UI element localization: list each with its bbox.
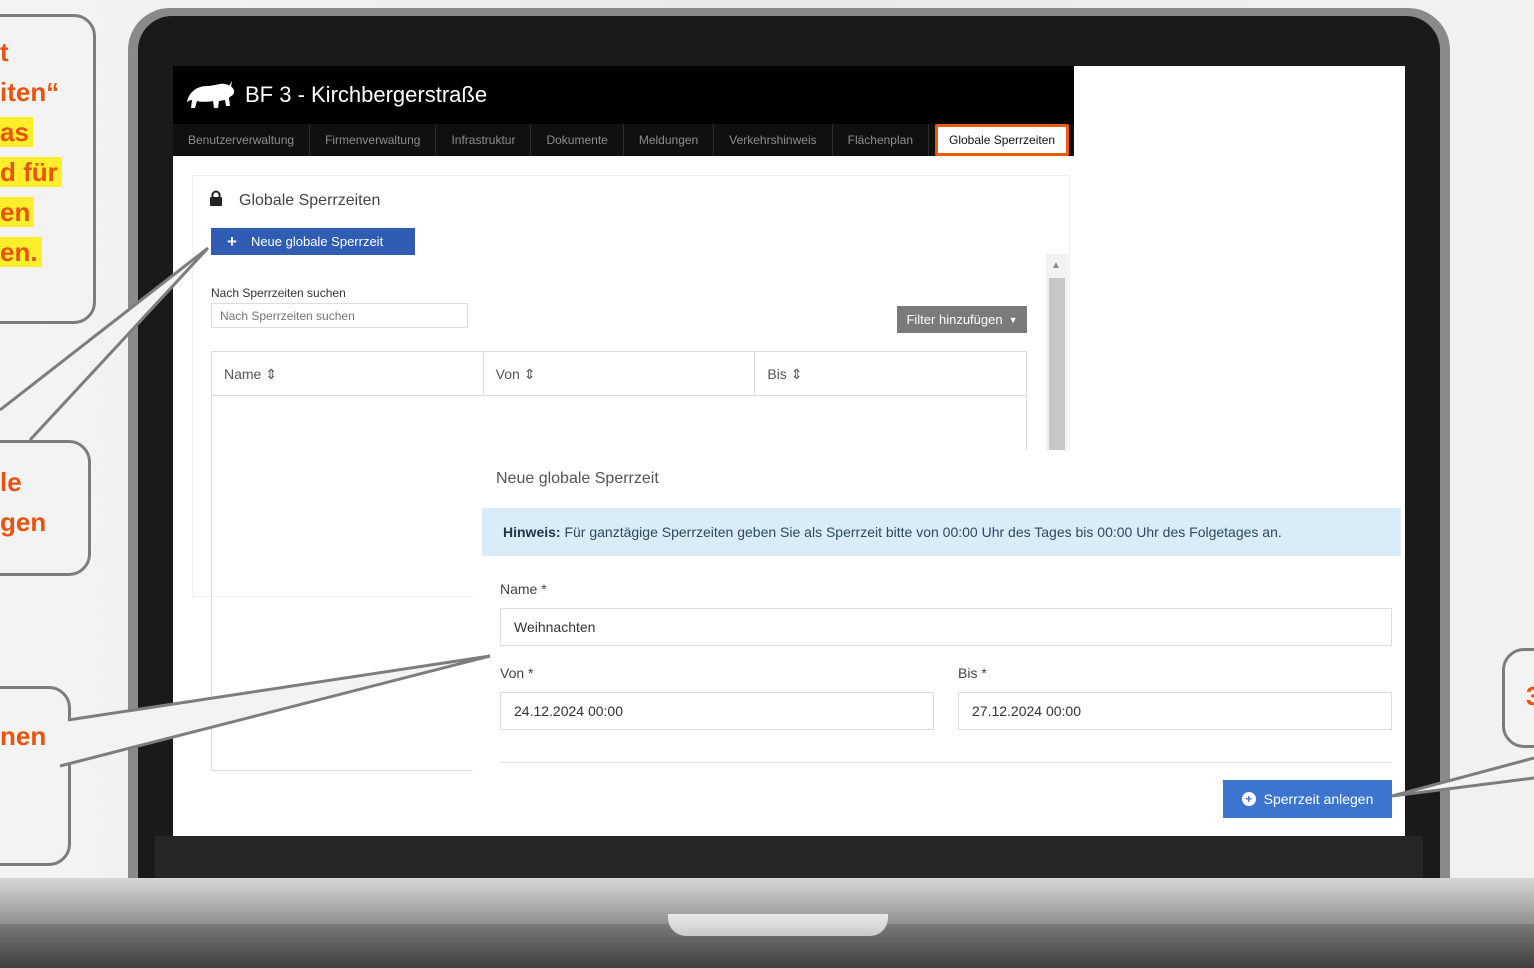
new-global-sperrzeit-button[interactable]: + Neue globale Sperrzeit bbox=[211, 228, 415, 255]
name-field[interactable]: Weihnachten bbox=[500, 608, 1392, 646]
tab-globale-sperrzeiten[interactable]: Globale Sperrzeiten bbox=[935, 124, 1070, 156]
hint-banner: Hinweis: Für ganztägige Sperrzeiten gebe… bbox=[482, 508, 1401, 556]
plus-icon: + bbox=[227, 231, 237, 251]
laptop-chin bbox=[155, 836, 1423, 880]
callout-1-line: as bbox=[0, 117, 33, 147]
callout-4-text: 3 bbox=[1526, 676, 1534, 716]
name-label: Name * bbox=[500, 581, 547, 597]
app-title: BF 3 - Kirchbergerstraße bbox=[245, 82, 488, 107]
von-label: Von * bbox=[500, 665, 534, 681]
modal-divider bbox=[500, 762, 1392, 763]
tab-flaechenplan[interactable]: Flächenplan bbox=[833, 124, 929, 156]
callout-2-line: gen bbox=[0, 507, 47, 537]
laptop-notch bbox=[668, 914, 888, 936]
search-input[interactable] bbox=[211, 303, 468, 328]
tab-verkehrshinweis[interactable]: Verkehrshinweis bbox=[714, 124, 833, 156]
new-sperrzeit-modal: Neue globale Sperrzeit Hinweis: Für ganz… bbox=[473, 450, 1405, 836]
laptop-screen: BF 3 - Kirchbergerstraße Benutzerverwalt… bbox=[173, 66, 1405, 836]
tab-firmenverwaltung[interactable]: Firmenverwaltung bbox=[310, 124, 437, 156]
column-header-bis[interactable]: Bis ⇕ bbox=[755, 352, 1026, 395]
callout-1-line: t bbox=[0, 37, 9, 67]
callout-3-text: nen bbox=[0, 716, 46, 756]
scroll-up-icon[interactable]: ▲ bbox=[1051, 260, 1061, 271]
column-name-label: Name bbox=[224, 366, 262, 382]
tab-benutzerverwaltung[interactable]: Benutzerverwaltung bbox=[173, 124, 311, 156]
modal-title: Neue globale Sperrzeit bbox=[496, 470, 659, 487]
column-von-label: Von bbox=[495, 366, 520, 382]
tab-meldungen[interactable]: Meldungen bbox=[624, 124, 715, 156]
sort-icon: ⇕ bbox=[523, 366, 536, 382]
column-header-name[interactable]: Name ⇕ bbox=[212, 352, 484, 395]
callout-2-text: le gen bbox=[0, 462, 46, 542]
callout-1-text: t iten“ as d für en en. bbox=[0, 32, 63, 272]
submit-label: Sperrzeit anlegen bbox=[1263, 791, 1374, 807]
von-field[interactable]: 24.12.2024 00:00 bbox=[500, 692, 934, 730]
callout-4-line: 3 bbox=[1526, 681, 1534, 711]
column-bis-label: Bis bbox=[767, 366, 787, 382]
panel-header: Globale Sperrzeiten bbox=[209, 190, 380, 211]
caret-down-icon: ▼ bbox=[1008, 314, 1018, 325]
plus-circle-icon: + bbox=[1241, 792, 1256, 806]
search-label: Nach Sperrzeiten suchen bbox=[211, 286, 346, 300]
bison-logo-icon bbox=[185, 80, 237, 117]
hint-text: Für ganztägige Sperrzeiten geben Sie als… bbox=[560, 524, 1282, 540]
bis-field[interactable]: 27.12.2024 00:00 bbox=[958, 692, 1392, 730]
scroll-thumb[interactable] bbox=[1049, 278, 1065, 450]
hint-bold: Hinweis: bbox=[503, 524, 561, 540]
sort-icon: ⇕ bbox=[265, 366, 277, 382]
tab-dokumente[interactable]: Dokumente bbox=[531, 124, 624, 156]
main-nav: Benutzerverwaltung Firmenverwaltung Infr… bbox=[173, 124, 1074, 156]
lock-icon bbox=[209, 190, 223, 211]
callout-box-3 bbox=[0, 686, 71, 866]
panel-title: Globale Sperrzeiten bbox=[239, 191, 381, 209]
callout-1-line: iten“ bbox=[0, 77, 60, 107]
new-button-label: Neue globale Sperrzeit bbox=[250, 234, 384, 249]
tab-infrastruktur[interactable]: Infrastruktur bbox=[436, 124, 532, 156]
scrollbar[interactable]: ▲ bbox=[1046, 254, 1068, 450]
table-header: Name ⇕ Von ⇕ Bis ⇕ bbox=[212, 352, 1026, 396]
callout-1-line: en. bbox=[0, 237, 42, 267]
sort-icon: ⇕ bbox=[790, 366, 803, 382]
callout-1-line: en bbox=[0, 197, 35, 227]
add-filter-button[interactable]: Filter hinzufügen ▼ bbox=[897, 306, 1027, 333]
callout-1-line: d für bbox=[0, 157, 62, 187]
app-header: BF 3 - Kirchbergerstraße bbox=[173, 66, 1074, 124]
callout-2-line: le bbox=[0, 467, 22, 497]
filter-button-label: Filter hinzufügen bbox=[906, 312, 1003, 327]
sperrzeit-anlegen-button[interactable]: + Sperrzeit anlegen bbox=[1223, 780, 1392, 818]
bis-label: Bis * bbox=[958, 665, 987, 681]
column-header-von[interactable]: Von ⇕ bbox=[484, 352, 756, 395]
callout-3-line: nen bbox=[0, 721, 47, 751]
